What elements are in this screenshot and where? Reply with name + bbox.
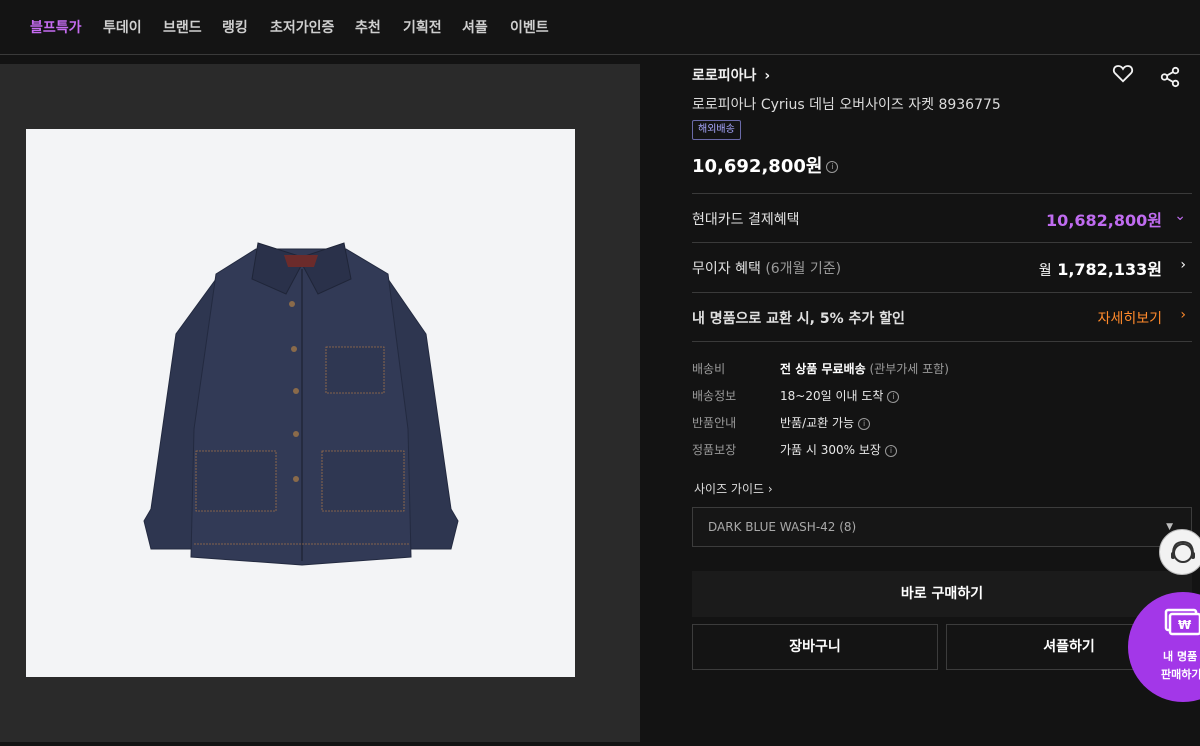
- chevron-right-icon: ›: [764, 68, 771, 84]
- price-value: 10,692,800원: [692, 156, 823, 177]
- nav-item-ranking[interactable]: 랭킹: [222, 17, 248, 37]
- size-guide-link[interactable]: 사이즈 가이드 ›: [694, 480, 773, 497]
- product-title: 로로피아나 Cyrius 데님 오버사이즈 자켓 8936775: [692, 97, 1001, 113]
- buy-now-button[interactable]: 바로 구매하기: [692, 571, 1192, 617]
- divider: [692, 341, 1192, 342]
- sell-button-line2: 판매하기: [1161, 668, 1200, 681]
- add-to-cart-button[interactable]: 장바구니: [692, 624, 938, 670]
- chevron-down-icon: ⌄: [1174, 208, 1186, 224]
- chevron-right-icon: ›: [767, 482, 773, 496]
- info-icon[interactable]: i: [858, 417, 871, 430]
- brand-link[interactable]: 로로피아나 ›: [692, 65, 770, 85]
- share-icon: [1160, 66, 1180, 88]
- nav-item-lowest-price[interactable]: 초저가인증: [270, 17, 334, 37]
- nav-item-recommend[interactable]: 추천: [355, 17, 381, 37]
- heart-icon: [1112, 65, 1134, 83]
- trade-in-detail-link[interactable]: 자세히보기: [1098, 308, 1162, 328]
- return-info-key: 반품안내: [692, 416, 737, 430]
- nav-item-black-friday[interactable]: 블프특가: [30, 17, 82, 37]
- installment-row[interactable]: 무이자 혜택 (6개월 기준) 월 1,782,133원 ›: [692, 243, 1192, 291]
- authenticity-value: 가품 시 300% 보장 i: [780, 441, 897, 458]
- card-benefit-row[interactable]: 현대카드 결제혜택 10,682,800원 ⌄: [692, 194, 1192, 242]
- share-button[interactable]: [1159, 66, 1181, 92]
- installment-label: 무이자 혜택 (6개월 기준): [692, 261, 842, 277]
- info-icon[interactable]: i: [884, 444, 897, 457]
- nav-item-today[interactable]: 투데이: [103, 17, 142, 37]
- shipping-fee-key: 배송비: [692, 362, 726, 376]
- product-gallery: [0, 64, 640, 742]
- shipping-fee-value: 전 상품 무료배송 (관부가세 포함): [780, 362, 949, 376]
- headset-icon: [1171, 540, 1195, 563]
- cash-icon: ₩: [1164, 608, 1200, 636]
- nav-item-exhibition[interactable]: 기획전: [403, 17, 442, 37]
- chevron-right-icon: ›: [1180, 257, 1186, 273]
- svg-text:₩: ₩: [1178, 618, 1192, 632]
- customer-service-button[interactable]: [1159, 529, 1200, 575]
- option-select[interactable]: DARK BLUE WASH-42 (8) ▼: [692, 507, 1192, 547]
- shipping-info-key: 배송정보: [692, 389, 737, 403]
- product-info: 로로피아나 › 로로피아나 Cyrius 데님 오버사이즈 자켓 8936775 …: [692, 0, 1200, 746]
- authenticity-key: 정품보장: [692, 443, 737, 457]
- info-icon[interactable]: i: [887, 390, 900, 403]
- return-info-value: 반품/교환 가능 i: [780, 414, 871, 431]
- denim-jacket-image: [143, 242, 459, 566]
- overseas-shipping-badge: 해외배송: [692, 120, 741, 140]
- brand-name: 로로피아나: [692, 68, 757, 84]
- nav-item-shuffle[interactable]: 셔플: [462, 17, 488, 37]
- card-benefit-price: 10,682,800원: [1046, 211, 1162, 230]
- trade-in-row[interactable]: 내 명품으로 교환 시, 5% 추가 할인 자세히보기 ›: [692, 293, 1192, 341]
- sell-button-line1: 내 명품: [1163, 650, 1198, 663]
- nav-item-brand[interactable]: 브랜드: [163, 17, 202, 37]
- selected-option: DARK BLUE WASH-42 (8): [708, 520, 857, 534]
- trade-in-label: 내 명품으로 교환 시, 5% 추가 할인: [692, 311, 905, 327]
- wishlist-button[interactable]: [1112, 62, 1134, 88]
- chevron-right-icon: ›: [1180, 307, 1186, 323]
- product-price: 10,692,800원 i: [692, 152, 839, 178]
- card-benefit-label: 현대카드 결제혜택: [692, 212, 800, 228]
- size-guide-label: 사이즈 가이드: [694, 482, 765, 496]
- nav-item-event[interactable]: 이벤트: [510, 17, 549, 37]
- installment-amount: 월 1,782,133원: [1038, 260, 1162, 279]
- shipping-info-value: 18~20일 이내 도착 i: [780, 387, 900, 404]
- product-image[interactable]: [26, 129, 575, 677]
- info-icon[interactable]: i: [826, 161, 839, 173]
